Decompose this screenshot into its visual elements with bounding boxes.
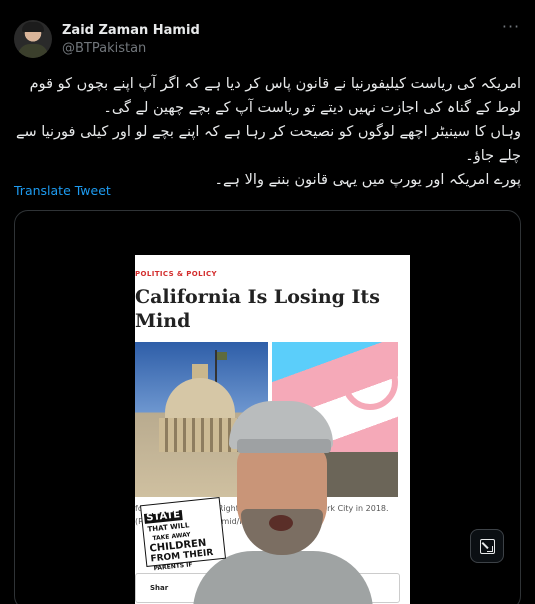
more-horizontal-icon[interactable]: ··· (501, 19, 521, 38)
mouth (269, 515, 293, 531)
tweet-line: وہاں کا سینیٹر اچھے لوگوں کو نصیحت کر رہ… (15, 124, 521, 164)
translate-tweet-link[interactable]: Translate Tweet (14, 183, 111, 198)
picture-in-picture-icon (480, 539, 495, 554)
user-handle[interactable]: @BTPakistan (62, 41, 146, 56)
picture-in-picture-button[interactable] (470, 529, 504, 563)
state-sticker: STATE THAT WILL TAKE AWAY CHILDREN FROM … (139, 496, 227, 572)
avatar[interactable] (14, 20, 52, 58)
tweet-header: Zaid Zaman Hamid @BTPakistan ··· (14, 19, 521, 60)
article-title: California Is Losing Its Mind (135, 286, 380, 332)
share-label: Shar (150, 584, 169, 592)
flag (217, 352, 227, 360)
article-kicker: POLITICS & POLICY (135, 270, 217, 278)
cap-brim (237, 439, 331, 453)
avatar-body (18, 44, 48, 58)
tweet-text: امریکہ کی ریاست کیلیفورنیا نے قانون پاس … (14, 72, 521, 192)
tweet-line: امریکہ کی ریاست کیلیفورنیا نے قانون پاس … (29, 76, 521, 116)
display-name[interactable]: Zaid Zaman Hamid (62, 23, 200, 38)
tweet-media-video[interactable]: POLITICS & POLICY California Is Losing I… (14, 210, 521, 604)
